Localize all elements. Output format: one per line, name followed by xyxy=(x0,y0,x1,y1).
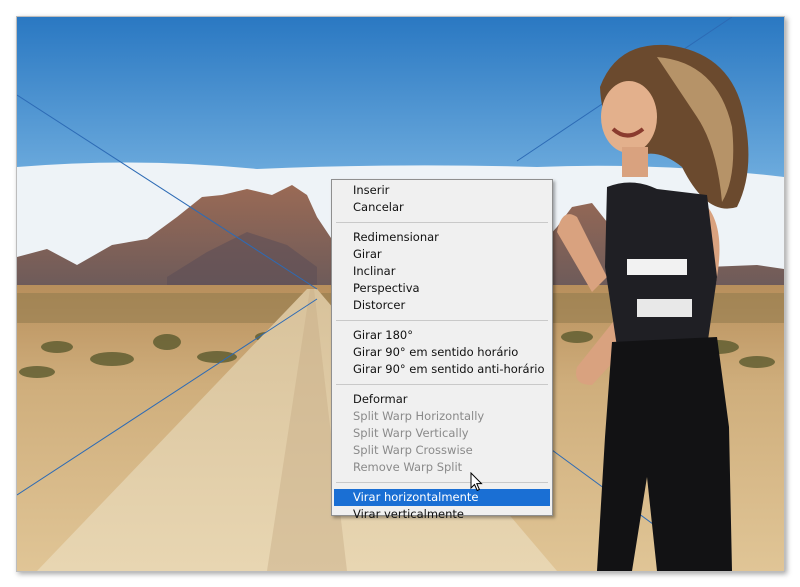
transform-context-menu: Inserir Cancelar Redimensionar Girar Inc… xyxy=(331,179,553,521)
menu-item-virar-verticalmente[interactable]: Virar verticalmente xyxy=(334,506,550,523)
menu-item-distorcer[interactable]: Distorcer xyxy=(334,297,550,314)
menu-item-split-warp-vertically: Split Warp Vertically xyxy=(353,426,469,440)
menu-item-split-warp-crosswise: Split Warp Crosswise xyxy=(353,443,473,457)
menu-item-redimensionar[interactable]: Redimensionar xyxy=(334,229,550,246)
menu-item-remove-warp-split: Remove Warp Split xyxy=(353,460,463,474)
menu-item-girar-90-anti-horario[interactable]: Girar 90° em sentido anti-horário xyxy=(334,361,550,378)
menu-item-split-warp-horizontally: Split Warp Horizontally xyxy=(353,409,485,423)
menu-item-inserir[interactable]: Inserir xyxy=(334,182,550,199)
menu-separator xyxy=(336,384,548,385)
menu-item-virar-horizontalmente[interactable]: Virar horizontalmente xyxy=(334,489,550,506)
menu-item-cancelar[interactable]: Cancelar xyxy=(334,199,550,216)
menu-item-girar-180[interactable]: Girar 180° xyxy=(334,327,550,344)
document-canvas[interactable]: Inserir Cancelar Redimensionar Girar Inc… xyxy=(16,16,785,572)
menu-separator xyxy=(336,222,548,223)
arrow-cursor-icon xyxy=(470,472,483,492)
menu-item-deformar[interactable]: Deformar xyxy=(334,391,550,408)
menu-item-perspectiva[interactable]: Perspectiva xyxy=(334,280,550,297)
menu-item-girar-90-horario[interactable]: Girar 90° em sentido horário xyxy=(334,344,550,361)
menu-separator xyxy=(336,320,548,321)
menu-item-inclinar[interactable]: Inclinar xyxy=(334,263,550,280)
menu-item-girar[interactable]: Girar xyxy=(334,246,550,263)
menu-separator xyxy=(336,482,548,483)
